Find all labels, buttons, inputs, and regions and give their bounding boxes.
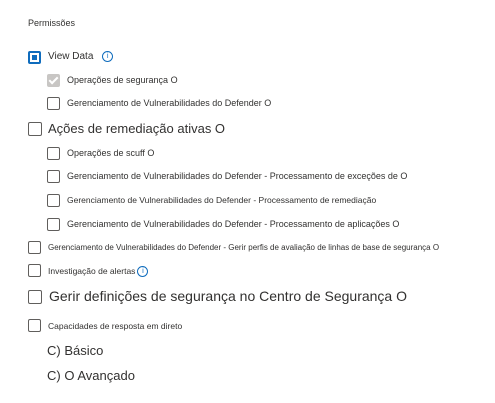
live-response-label: Capacidades de resposta em direto: [48, 321, 183, 331]
view-data-text: View Data: [48, 51, 94, 63]
scuff-operations-label: Operações de scuff O: [67, 148, 155, 158]
view-data-checkbox[interactable]: [28, 51, 41, 64]
security-operations-label: Operações de segurança O: [67, 75, 178, 85]
vuln-mgmt-view-checkbox[interactable]: [47, 97, 60, 110]
alerts-investigation-checkbox[interactable]: [28, 264, 41, 277]
permissions-heading: Permissões: [28, 18, 76, 28]
scuff-operations-checkbox[interactable]: [47, 147, 60, 160]
live-response-checkbox[interactable]: [28, 319, 41, 332]
vuln-mgmt-view-label: Gerenciamento de Vulnerabilidades do Def…: [67, 98, 272, 108]
alerts-investigation-label: Investigação de alertas i: [48, 266, 149, 278]
exceptions-processing-checkbox[interactable]: [47, 170, 60, 183]
applications-processing-label: Gerenciamento de Vulnerabilidades do Def…: [67, 219, 400, 229]
remediation-processing-checkbox[interactable]: [47, 194, 60, 207]
baseline-profiles-label: Gerenciamento de Vulnerabilidades do Def…: [48, 243, 440, 252]
view-data-label: View Data i: [48, 51, 114, 63]
alerts-info-icon[interactable]: i: [137, 266, 149, 278]
view-data-info-icon[interactable]: i: [102, 51, 114, 62]
live-response-advanced-option[interactable]: C) O Avançado: [47, 368, 135, 383]
active-remediation-label: Ações de remediação ativas O: [48, 121, 226, 136]
manage-settings-label: Gerir definições de segurança no Centro …: [49, 288, 407, 304]
exceptions-processing-label: Gerenciamento de Vulnerabilidades do Def…: [67, 171, 408, 181]
security-operations-checkbox: [47, 74, 60, 87]
active-remediation-checkbox[interactable]: [28, 122, 42, 136]
live-response-basic-option[interactable]: C) Básico: [47, 343, 103, 358]
alerts-investigation-text: Investigação de alertas: [48, 266, 136, 276]
applications-processing-checkbox[interactable]: [47, 218, 60, 231]
manage-settings-checkbox[interactable]: [28, 290, 42, 304]
baseline-profiles-checkbox[interactable]: [28, 241, 41, 254]
remediation-processing-label: Gerenciamento de Vulnerabilidades do Def…: [67, 195, 377, 205]
